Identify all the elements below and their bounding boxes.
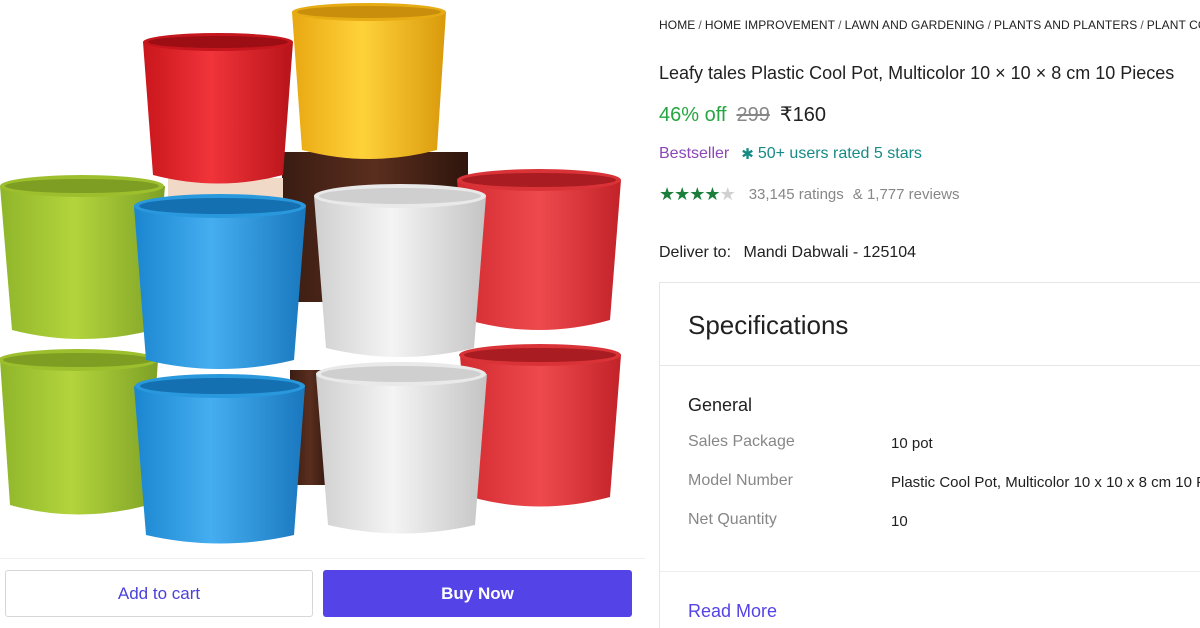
specifications-card: Specifications General Sales Package 10 … [659,282,1200,628]
bestseller-badge: Bestseller [659,145,730,162]
breadcrumb-item-plants-planters[interactable]: PLANTS AND PLANTERS [994,18,1137,32]
blue-pot-top [134,194,306,369]
divider [660,365,1200,366]
spec-value: 10 pot [891,435,933,452]
spec-value: 10 [891,513,908,530]
spec-key: Sales Package [688,433,795,450]
badges-row: Bestseller ✱ 50+ users rated 5 stars [659,145,922,163]
breadcrumb: HOME / HOME IMPROVEMENT / LAWN AND GARDENING… [659,18,1200,32]
star-rating: ★ ★ ★ ★ ★ [659,184,736,205]
product-title: Leafy tales Plastic Cool Pot, Multicolor… [659,63,1175,83]
spec-key: Model Number [688,472,793,489]
deliver-label: Deliver to: [659,244,732,261]
red-pot-top [143,33,293,184]
product-image[interactable] [0,0,645,560]
green-pot-bottom [0,349,158,515]
star-filled-icon: ★ [659,184,675,204]
breadcrumb-item-plant-containers[interactable]: PLANT CONTA [1147,18,1200,32]
delivery-location[interactable]: Mandi Dabwali - 125104 [743,244,916,261]
star-filled-icon: ★ [689,184,705,204]
rated-badge-text: 50+ users rated 5 stars [757,145,922,162]
yellow-pot-top [292,3,446,159]
discount-percent: 46% off [659,104,727,126]
reviews-count: & 1,777 reviews [852,186,960,203]
red-pot-right-bottom [459,344,621,507]
selling-price: ₹160 [779,104,826,126]
original-price: 299 [736,104,770,126]
breadcrumb-item-home-improvement[interactable]: HOME IMPROVEMENT [705,18,835,32]
ratings-count: 33,145 ratings [748,186,844,203]
white-pot-top [314,184,486,357]
spec-value: Plastic Cool Pot, Multicolor 10 x 10 x 8… [891,474,1200,491]
star-filled-icon: ★ [674,184,690,204]
star-filled-icon: ★ [704,184,720,204]
buy-now-button[interactable]: Buy Now [323,570,632,617]
read-more-link[interactable]: Read More [688,601,777,622]
ratings-row[interactable]: ★ ★ ★ ★ ★ 33,145 ratings & 1,777 reviews [659,184,960,205]
divider [660,571,1200,572]
breadcrumb-item-home[interactable]: HOME [659,18,695,32]
delivery-row[interactable]: Deliver to: Mandi Dabwali - 125104 [659,244,916,262]
white-pot-bottom [316,362,487,534]
spec-group-title: General [688,395,753,415]
star-empty-icon: ★ [719,184,736,204]
spec-key: Net Quantity [688,511,777,528]
product-details: HOME / HOME IMPROVEMENT / LAWN AND GARDENING… [659,0,1200,628]
breadcrumb-item-lawn-gardening[interactable]: LAWN AND GARDENING [845,18,985,32]
price-row: 46% off 299 ₹160 [659,102,826,127]
action-bar: Add to cart Buy Now [0,558,645,628]
rated-badge: ✱ 50+ users rated 5 stars [741,145,922,163]
specifications-heading: Specifications [688,310,849,340]
product-image-pane: Add to cart Buy Now [0,0,645,628]
blue-pot-bottom [134,374,305,544]
add-to-cart-button[interactable]: Add to cart [5,570,313,617]
sparkle-star-icon: ✱ [741,146,754,163]
